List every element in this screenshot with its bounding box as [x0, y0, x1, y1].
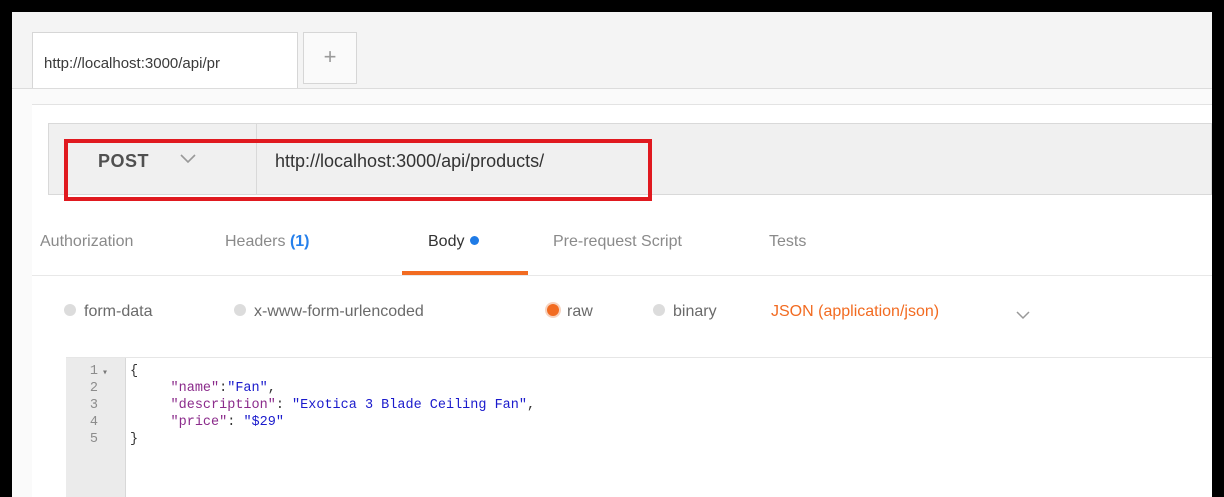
fold-arrow-icon[interactable]: ▾ — [102, 367, 108, 379]
app-window: http://localhost:3000/api/pr + POST http… — [12, 12, 1212, 497]
request-bar: POST http://localhost:3000/api/products/ — [48, 123, 1212, 195]
code-line: "description": "Exotica 3 Blade Ceiling … — [170, 398, 536, 413]
line-number: 2 — [89, 381, 98, 396]
radio-off-icon — [64, 303, 76, 316]
radio-form-data[interactable]: form-data — [64, 303, 152, 321]
code-line: } — [130, 432, 139, 447]
tab-headers[interactable]: Headers (1) — [225, 233, 310, 251]
radio-binary[interactable]: binary — [653, 303, 717, 321]
method-label: POST — [98, 151, 150, 171]
tab-strip: http://localhost:3000/api/pr + — [12, 12, 1212, 89]
request-tabs: Authorization Headers (1) Body Pre-reque… — [32, 213, 1212, 276]
url-input[interactable]: http://localhost:3000/api/products/ — [256, 124, 1211, 194]
tab-body[interactable]: Body — [428, 233, 480, 251]
radio-off-icon — [653, 303, 665, 316]
line-gutter: 1 ▾ 2 3 4 5 — [66, 358, 126, 497]
code-line: "name":"Fan", — [170, 381, 276, 396]
radio-urlencoded[interactable]: x-www-form-urlencoded — [234, 303, 424, 321]
chevron-down-icon[interactable] — [1014, 306, 1032, 324]
code-editor[interactable]: 1 ▾ 2 3 4 5 { "name":"Fan", "description… — [66, 357, 1212, 497]
new-tab-button[interactable]: + — [303, 32, 357, 84]
headers-count: (1) — [289, 233, 310, 250]
line-number: 5 — [89, 432, 98, 447]
code-line: "price": "$29" — [170, 415, 284, 430]
request-tab[interactable]: http://localhost:3000/api/pr — [32, 32, 298, 88]
tab-tests[interactable]: Tests — [769, 233, 806, 251]
tab-pre-request-script[interactable]: Pre-request Script — [553, 233, 682, 251]
code-line: { — [130, 364, 139, 379]
body-type-options: form-data x-www-form-urlencoded raw bina… — [32, 275, 1212, 365]
line-number: 3 — [89, 398, 98, 413]
method-dropdown[interactable]: POST — [49, 124, 256, 194]
line-number: 1 — [89, 364, 98, 379]
line-number: 4 — [89, 415, 98, 430]
tab-authorization[interactable]: Authorization — [40, 233, 133, 251]
url-text: http://localhost:3000/api/products/ — [275, 151, 545, 171]
radio-off-icon — [234, 303, 246, 316]
chevron-down-icon — [180, 154, 196, 164]
modified-dot-icon — [470, 236, 480, 246]
radio-raw[interactable]: raw — [547, 303, 593, 321]
content-type-dropdown[interactable]: JSON (application/json) — [771, 303, 939, 321]
radio-on-icon — [547, 303, 559, 316]
request-panel: POST http://localhost:3000/api/products/… — [32, 104, 1212, 497]
